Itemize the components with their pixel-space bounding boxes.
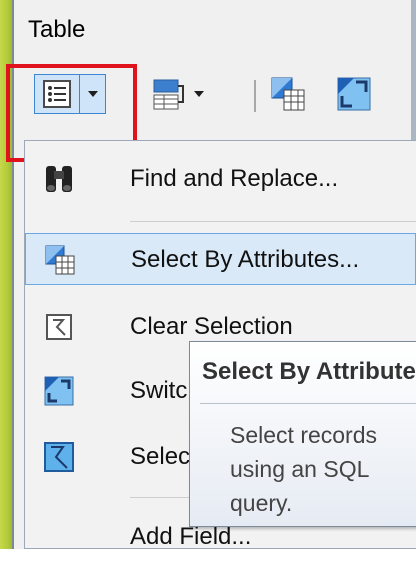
chevron-down-icon[interactable] — [194, 91, 204, 97]
related-tables-icon — [153, 79, 184, 110]
menu-item-label: Clear Selection — [130, 313, 293, 340]
switch-selection-icon — [44, 376, 74, 406]
tooltip-description: Select records using an SQL query. — [230, 422, 378, 516]
switch-selection-icon — [337, 77, 371, 111]
menu-separator — [130, 221, 416, 222]
binoculars-icon — [46, 166, 72, 192]
menu-item-select-by-attributes[interactable]: Select By Attributes... — [25, 233, 416, 285]
tooltip-title: Select By Attributes — [202, 358, 416, 385]
window-title: Table — [28, 16, 86, 43]
menu-item-label: Select By Attributes... — [131, 246, 360, 273]
menu-item-find-and-replace[interactable]: Find and Replace... — [25, 153, 416, 205]
select-by-attributes-toolbar-button[interactable] — [268, 74, 308, 114]
menu-item-label: Add Field... — [130, 523, 252, 550]
select-all-icon — [44, 442, 74, 472]
tooltip-select-by-attributes: Select By Attributes Select records usin… — [189, 341, 416, 527]
select-by-attributes-icon — [45, 245, 75, 275]
switch-selection-toolbar-button[interactable] — [334, 74, 374, 114]
tooltip-separator — [200, 403, 416, 404]
toolbar-separator — [254, 80, 256, 112]
select-by-attributes-icon — [271, 77, 305, 111]
related-tables-button[interactable] — [148, 74, 218, 114]
menu-item-label: Find and Replace... — [130, 165, 339, 192]
clear-selection-icon — [46, 314, 72, 340]
